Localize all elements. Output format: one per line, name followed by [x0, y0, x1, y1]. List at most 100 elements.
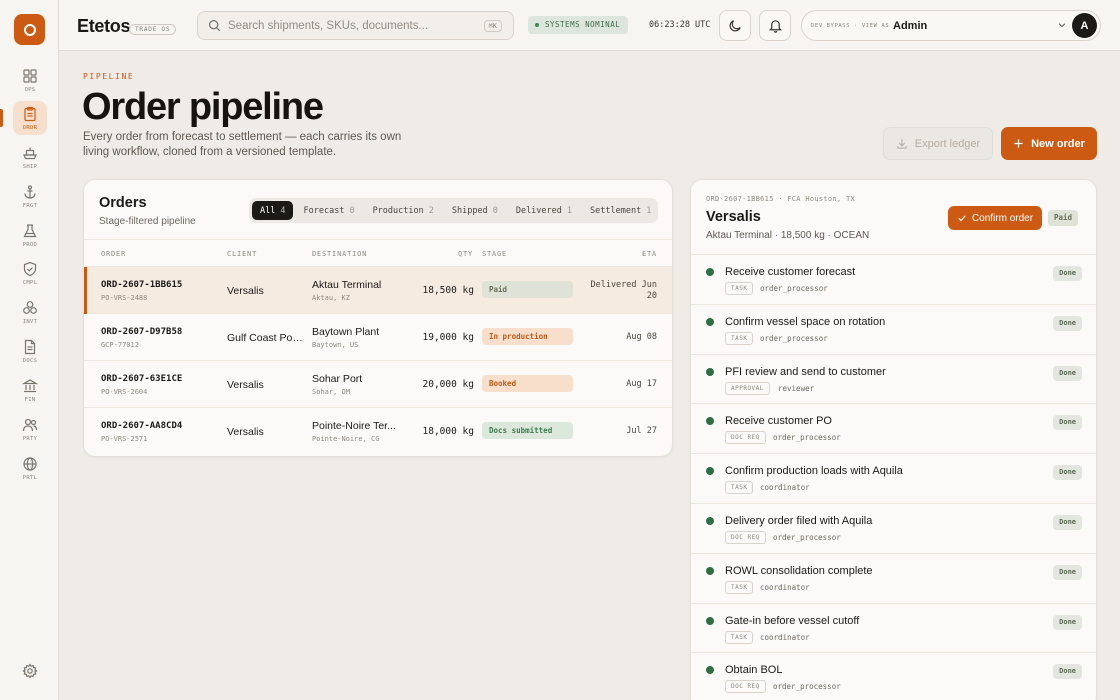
order-id: ORD-2607-1BB615 — [101, 280, 183, 290]
sidebar-item-finance[interactable]: FIN — [13, 373, 47, 407]
tab-label: Forecast — [303, 205, 345, 216]
eta: Aug 17 — [626, 379, 657, 389]
column-header-order[interactable]: ORDER — [101, 250, 126, 258]
step-title: Delivery order filed with Aquila — [725, 514, 873, 527]
table-row[interactable]: ORD-2607-D97B58 GCP-77012 Gulf Coast Pol… — [84, 314, 672, 361]
workflow-step[interactable]: Gate-in before vessel cutoff TASK coordi… — [691, 604, 1096, 654]
confirm-order-button[interactable]: Confirm order — [948, 206, 1042, 230]
tab-settlement[interactable]: Settlement 1 — [582, 201, 659, 220]
order-meta: ORD-2607-1BB615 · FCA Houston, TX — [706, 195, 855, 203]
avatar: A — [1072, 13, 1097, 38]
tab-all[interactable]: All 4 — [252, 201, 294, 220]
sidebar-item-ship[interactable]: SHIP — [13, 140, 47, 174]
step-role: order_processor — [773, 532, 841, 542]
step-done-badge: Done — [1053, 564, 1082, 580]
step-role: coordinator — [760, 582, 810, 592]
stage-badge: Docs submitted — [482, 422, 573, 439]
stage-badge: In production — [482, 328, 573, 345]
table-row[interactable]: ORD-2607-63E1CE PO-VRS-2604 Versalis Soh… — [84, 361, 672, 408]
step-done-badge: Done — [1053, 365, 1082, 381]
step-kind-badge: DOC REQ — [725, 680, 766, 694]
workflow-step[interactable]: ROWL consolidation complete TASK coordin… — [691, 554, 1096, 604]
column-header-qty[interactable]: QTY — [458, 250, 473, 258]
step-done-badge: Done — [1053, 315, 1082, 331]
column-header-eta[interactable]: ETA — [642, 250, 657, 258]
notifications-button[interactable] — [759, 10, 791, 41]
new-order-button[interactable]: New order — [1001, 127, 1097, 160]
workflow-step[interactable]: Delivery order filed with Aquila DOC REQ… — [691, 504, 1096, 554]
eta-line-2: 20 — [646, 291, 657, 301]
step-status-dot — [706, 566, 714, 575]
sidebar-item-orders[interactable]: ORDR — [0, 101, 47, 135]
column-header-destination[interactable]: DESTINATION — [312, 250, 367, 258]
client-name: Versalis — [227, 379, 264, 391]
status-badge: Paid — [1048, 210, 1079, 226]
destination-location: Pointe-Noire, CG — [312, 435, 380, 443]
bell-icon — [768, 20, 782, 33]
chevron-down-icon — [1058, 23, 1066, 28]
tab-delivered[interactable]: Delivered 1 — [508, 201, 580, 220]
orders-title: Orders — [99, 195, 147, 211]
workflow-step[interactable]: Confirm production loads with Aquila TAS… — [691, 454, 1096, 504]
sidebar-item-freight[interactable]: FRGT — [13, 179, 47, 213]
tab-forecast[interactable]: Forecast 0 — [295, 201, 362, 220]
sidebar-item-parties[interactable]: PRTY — [13, 412, 47, 446]
theme-toggle-button[interactable] — [719, 10, 751, 41]
search-input[interactable] — [228, 18, 468, 34]
workflow-step[interactable]: Obtain BOL DOC REQ order_processor Done — [691, 653, 1096, 700]
table-row[interactable]: ORD-2607-1BB615 PO-VRS-2488 Versalis Akt… — [84, 267, 672, 314]
tab-shipped[interactable]: Shipped 0 — [444, 201, 506, 220]
column-header-stage[interactable]: STAGE — [482, 250, 507, 258]
sidebar-item-docs[interactable]: DOCS — [13, 334, 47, 368]
step-role: order_processor — [760, 284, 828, 293]
sidebar-item-ops[interactable]: OPS — [13, 63, 47, 97]
app-logo[interactable] — [14, 14, 45, 45]
user-switcher[interactable]: DEV BYPASS · VIEW AS Admin A — [801, 10, 1101, 41]
user-name: Admin — [893, 20, 928, 32]
workflow-step[interactable]: Receive customer forecast TASK order_pro… — [691, 255, 1096, 305]
shield-check-icon — [23, 261, 37, 276]
column-header-client[interactable]: CLIENT — [227, 250, 257, 258]
search-box[interactable]: ⌘K — [197, 11, 514, 40]
step-role: reviewer — [778, 383, 815, 393]
step-kind-badge: TASK — [725, 580, 754, 594]
brand-name: Etetos — [77, 16, 131, 36]
sidebar-item-portal[interactable]: PRTL — [13, 451, 47, 485]
step-role: order_processor — [760, 333, 828, 343]
quantity: 18,500 kg — [422, 285, 474, 296]
sidebar-item-production[interactable]: PROD — [13, 218, 47, 252]
workflow-step[interactable]: Confirm vessel space on rotation TASK or… — [691, 305, 1096, 355]
check-icon — [958, 215, 966, 222]
client-name: Versalis — [227, 426, 264, 438]
order-id: ORD-2607-63E1CE — [101, 374, 183, 384]
gear-icon — [22, 663, 38, 679]
step-status-dot — [706, 417, 714, 426]
workflow-steps: Receive customer forecast TASK order_pro… — [691, 254, 1096, 700]
logo-mark-icon — [23, 23, 36, 36]
destination-location: Sohar, OM — [312, 388, 350, 396]
eta: Aug 08 — [626, 332, 657, 342]
quantity: 20,000 kg — [422, 379, 474, 390]
detail-client-name: Versalis — [706, 209, 761, 225]
step-role: coordinator — [760, 483, 810, 493]
workflow-step[interactable]: Receive customer PO DOC REQ order_proces… — [691, 404, 1096, 455]
settings-button[interactable] — [13, 654, 47, 688]
sidebar-item-label: PRTL — [22, 474, 38, 481]
destination-name: Pointe-Noire Ter... — [312, 420, 396, 432]
sidebar-item-inventory[interactable]: INVT — [13, 295, 47, 329]
sidebar-item-compliance[interactable]: CMPL — [13, 256, 47, 290]
sidebar-item-label: OPS — [24, 86, 36, 93]
export-ledger-button[interactable]: Export ledger — [883, 127, 993, 160]
moon-icon — [729, 20, 741, 32]
table-row[interactable]: ORD-2607-AA8CD4 PO-VRS-2571 Versalis Poi… — [84, 408, 672, 455]
sidebar-item-label: SHIP — [22, 163, 38, 170]
step-title: PFI review and send to customer — [725, 365, 886, 378]
confirm-order-label: Confirm order — [971, 212, 1034, 224]
tab-production[interactable]: Production 2 — [365, 201, 442, 220]
ship-icon — [23, 147, 37, 159]
tab-label: Production — [372, 205, 424, 216]
sidebar-item-label: INVT — [22, 318, 38, 325]
brand-badge: TRADE OS — [129, 24, 177, 35]
destination-name: Aktau Terminal — [312, 279, 382, 291]
workflow-step[interactable]: PFI review and send to customer APPROVAL… — [691, 355, 1096, 405]
